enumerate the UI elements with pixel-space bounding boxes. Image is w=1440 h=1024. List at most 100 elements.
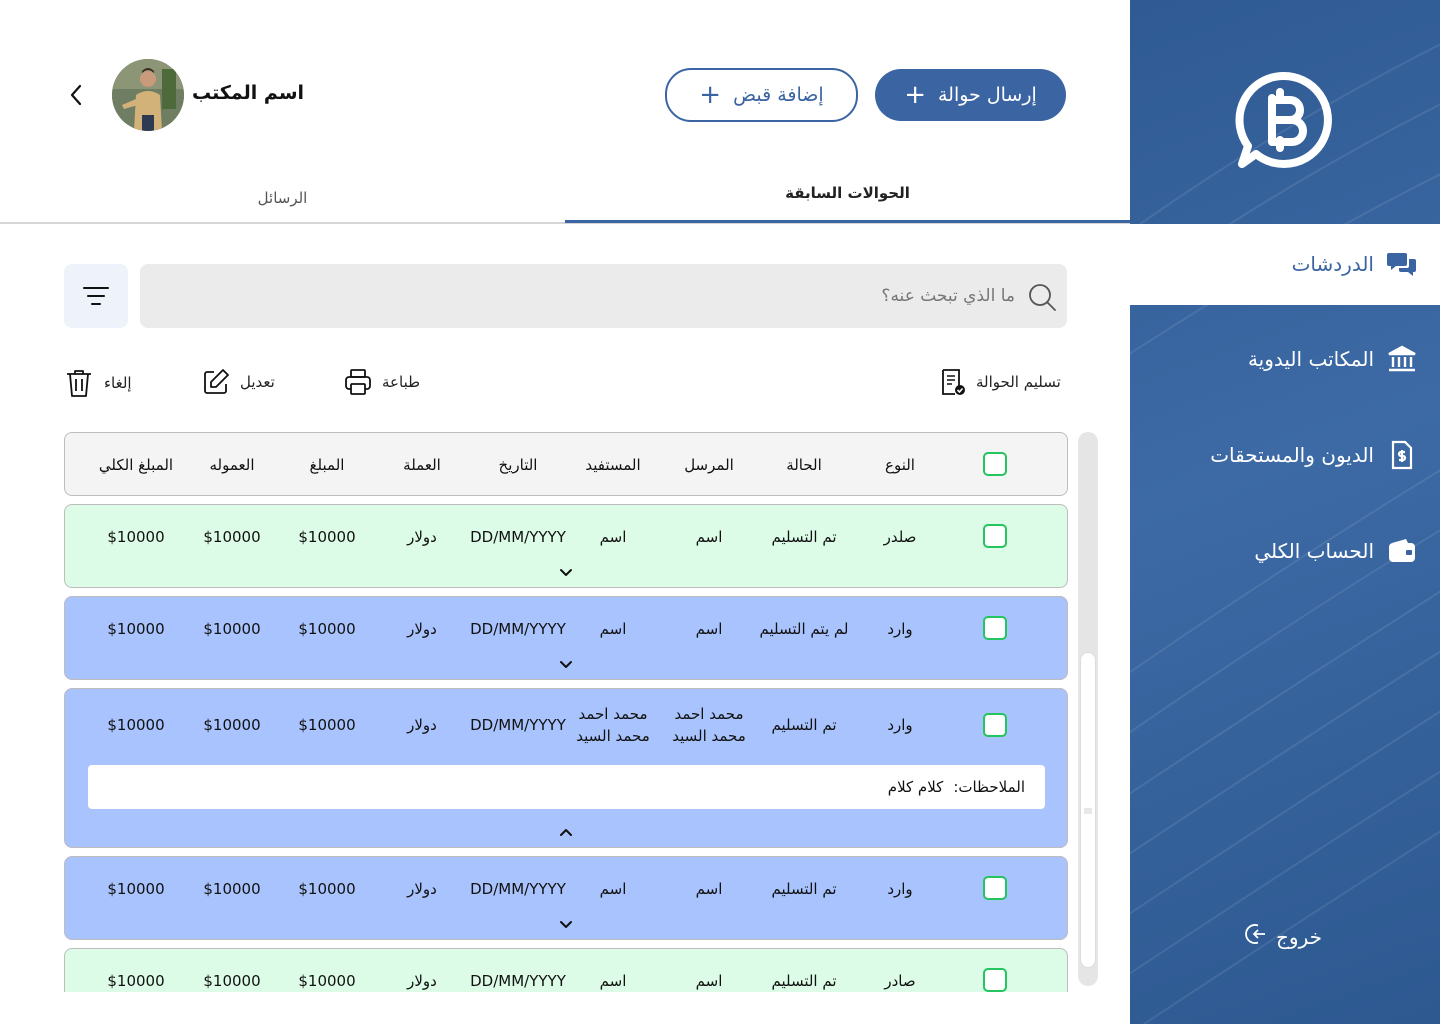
currency-cell: دولار xyxy=(407,716,437,734)
avatar[interactable] xyxy=(112,59,184,131)
row-checkbox[interactable] xyxy=(983,876,1007,900)
sidebar-item-manual-offices[interactable]: المكاتب اليدوية xyxy=(1248,343,1418,375)
currency-cell: دولار xyxy=(407,880,437,898)
table-header: النوع الحالة المرسل المستفيد التاريخ الع… xyxy=(64,432,1068,496)
cancel-label: إلغاء xyxy=(104,374,132,392)
sidebar-item-chats[interactable]: الدردشات xyxy=(1292,248,1418,280)
total-cell: $10000 xyxy=(107,620,165,638)
edit-button[interactable]: تعديل xyxy=(202,368,275,396)
sender-cell: اسم xyxy=(695,880,723,898)
table-scrollbar[interactable] xyxy=(1078,432,1098,986)
beneficiary-name-line: محمد السيد xyxy=(576,727,650,745)
type-cell: صلدر xyxy=(883,528,917,546)
type-cell: وارد xyxy=(887,716,913,734)
table-row[interactable]: صادر تم التسليم اسم اسم DD/MM/YYYY دولار… xyxy=(64,948,1068,992)
amount-cell: $10000 xyxy=(298,716,356,734)
app-logo xyxy=(1234,70,1334,170)
commission-cell: $10000 xyxy=(203,972,261,990)
trash-icon xyxy=(67,370,91,397)
plus-icon: + xyxy=(699,80,722,110)
column-header[interactable]: الحالة xyxy=(754,454,854,476)
scrollbar-thumb[interactable] xyxy=(1080,652,1096,968)
status-cell: تم التسليم xyxy=(771,716,837,734)
row-checkbox[interactable] xyxy=(983,968,1007,992)
beneficiary-cell: اسم xyxy=(599,620,627,638)
amount-cell: $10000 xyxy=(298,880,356,898)
amount-cell: $10000 xyxy=(298,528,356,546)
table-row[interactable]: وارد تم التسليم اسم اسم DD/MM/YYYY دولار… xyxy=(64,856,1068,940)
total-cell: $10000 xyxy=(107,528,165,546)
row-checkbox[interactable] xyxy=(983,616,1007,640)
date-cell: DD/MM/YYYY xyxy=(470,880,566,898)
type-cell: وارد xyxy=(887,880,913,898)
beneficiary-cell: اسم xyxy=(599,880,627,898)
table-row[interactable]: وارد لم يتم التسليم اسم اسم DD/MM/YYYY د… xyxy=(64,596,1068,680)
send-transfer-label: إرسال حوالة xyxy=(937,84,1037,106)
filter-button[interactable] xyxy=(64,264,128,328)
chevron-up-icon[interactable] xyxy=(555,824,577,840)
tab-previous-transfers[interactable]: الحوالات السابقة xyxy=(565,184,1130,202)
add-receipt-button[interactable]: + إضافة قبض xyxy=(665,68,858,122)
logout-icon xyxy=(1244,922,1268,951)
sender-cell: اسم xyxy=(695,972,723,990)
filter-icon xyxy=(83,287,109,305)
currency-cell: دولار xyxy=(407,528,437,546)
table-row-expanded[interactable]: وارد تم التسليم محمد احمد محمد السيد محم… xyxy=(64,688,1068,848)
office-name: اسم المكتب xyxy=(192,82,305,104)
total-cell: $10000 xyxy=(107,880,165,898)
table-row[interactable]: صلدر تم التسليم اسم اسم DD/MM/YYYY دولار… xyxy=(64,504,1068,588)
sidebar-item-total-account[interactable]: الحساب الكلي xyxy=(1254,535,1418,567)
printer-icon xyxy=(345,369,371,395)
date-cell: DD/MM/YYYY xyxy=(470,528,566,546)
print-button[interactable]: طباعة xyxy=(344,368,420,396)
document-check-icon xyxy=(942,369,965,395)
deliver-transfer-button[interactable]: تسليم الحوالة xyxy=(940,368,1061,396)
date-cell: DD/MM/YYYY xyxy=(470,716,566,734)
logout-button[interactable]: خروج xyxy=(1244,922,1322,951)
sidebar-item-label: الديون والمستحقات xyxy=(1210,443,1374,467)
currency-cell: دولار xyxy=(407,972,437,990)
column-header[interactable]: التاريخ xyxy=(468,454,568,476)
tab-messages[interactable]: الرسائل xyxy=(0,189,565,207)
select-all-checkbox[interactable] xyxy=(983,452,1007,476)
beneficiary-cell: اسم xyxy=(599,972,627,990)
currency-cell: دولار xyxy=(407,620,437,638)
column-header[interactable]: المبلغ xyxy=(277,454,377,476)
column-header[interactable]: المرسل xyxy=(659,454,759,476)
wallet-icon xyxy=(1386,535,1418,567)
column-header[interactable]: المستفيد xyxy=(563,454,663,476)
row-checkbox[interactable] xyxy=(983,713,1007,737)
status-cell: تم التسليم xyxy=(771,972,837,990)
sender-cell: اسم xyxy=(695,620,723,638)
search-bar xyxy=(140,264,1067,328)
search-input[interactable] xyxy=(215,264,1015,328)
sender-cell: اسم xyxy=(695,528,723,546)
chevron-down-icon[interactable] xyxy=(555,565,577,581)
beneficiary-cell: اسم xyxy=(599,528,627,546)
send-transfer-button[interactable]: + إرسال حوالة xyxy=(875,69,1066,121)
notes-label: الملاحظات: xyxy=(953,778,1025,796)
notes-box: الملاحظات: كلام كلام xyxy=(88,765,1045,809)
commission-cell: $10000 xyxy=(203,620,261,638)
cancel-button[interactable]: إلغاء xyxy=(64,368,132,398)
sidebar-item-label: الحساب الكلي xyxy=(1254,539,1374,563)
column-header[interactable]: العملة xyxy=(372,454,472,476)
column-header[interactable]: العموله xyxy=(182,454,282,476)
beneficiary-name-line: محمد احمد xyxy=(578,705,648,723)
amount-cell: $10000 xyxy=(298,620,356,638)
column-header[interactable]: المبلغ الكلي xyxy=(86,454,186,476)
back-chevron-icon[interactable] xyxy=(62,80,90,110)
print-label: طباعة xyxy=(382,373,421,391)
grip-icon xyxy=(1084,808,1092,814)
total-cell: $10000 xyxy=(107,716,165,734)
type-cell: وارد xyxy=(887,620,913,638)
plus-icon: + xyxy=(904,80,926,110)
chevron-down-icon[interactable] xyxy=(555,657,577,673)
sidebar-item-label: الدردشات xyxy=(1291,252,1374,276)
sidebar-item-debts[interactable]: الديون والمستحقات xyxy=(1210,439,1418,471)
money-document-icon xyxy=(1386,439,1418,471)
column-header[interactable]: النوع xyxy=(850,454,950,476)
row-checkbox[interactable] xyxy=(983,524,1007,548)
status-cell: لم يتم التسليم xyxy=(759,620,849,638)
chevron-down-icon[interactable] xyxy=(555,917,577,933)
